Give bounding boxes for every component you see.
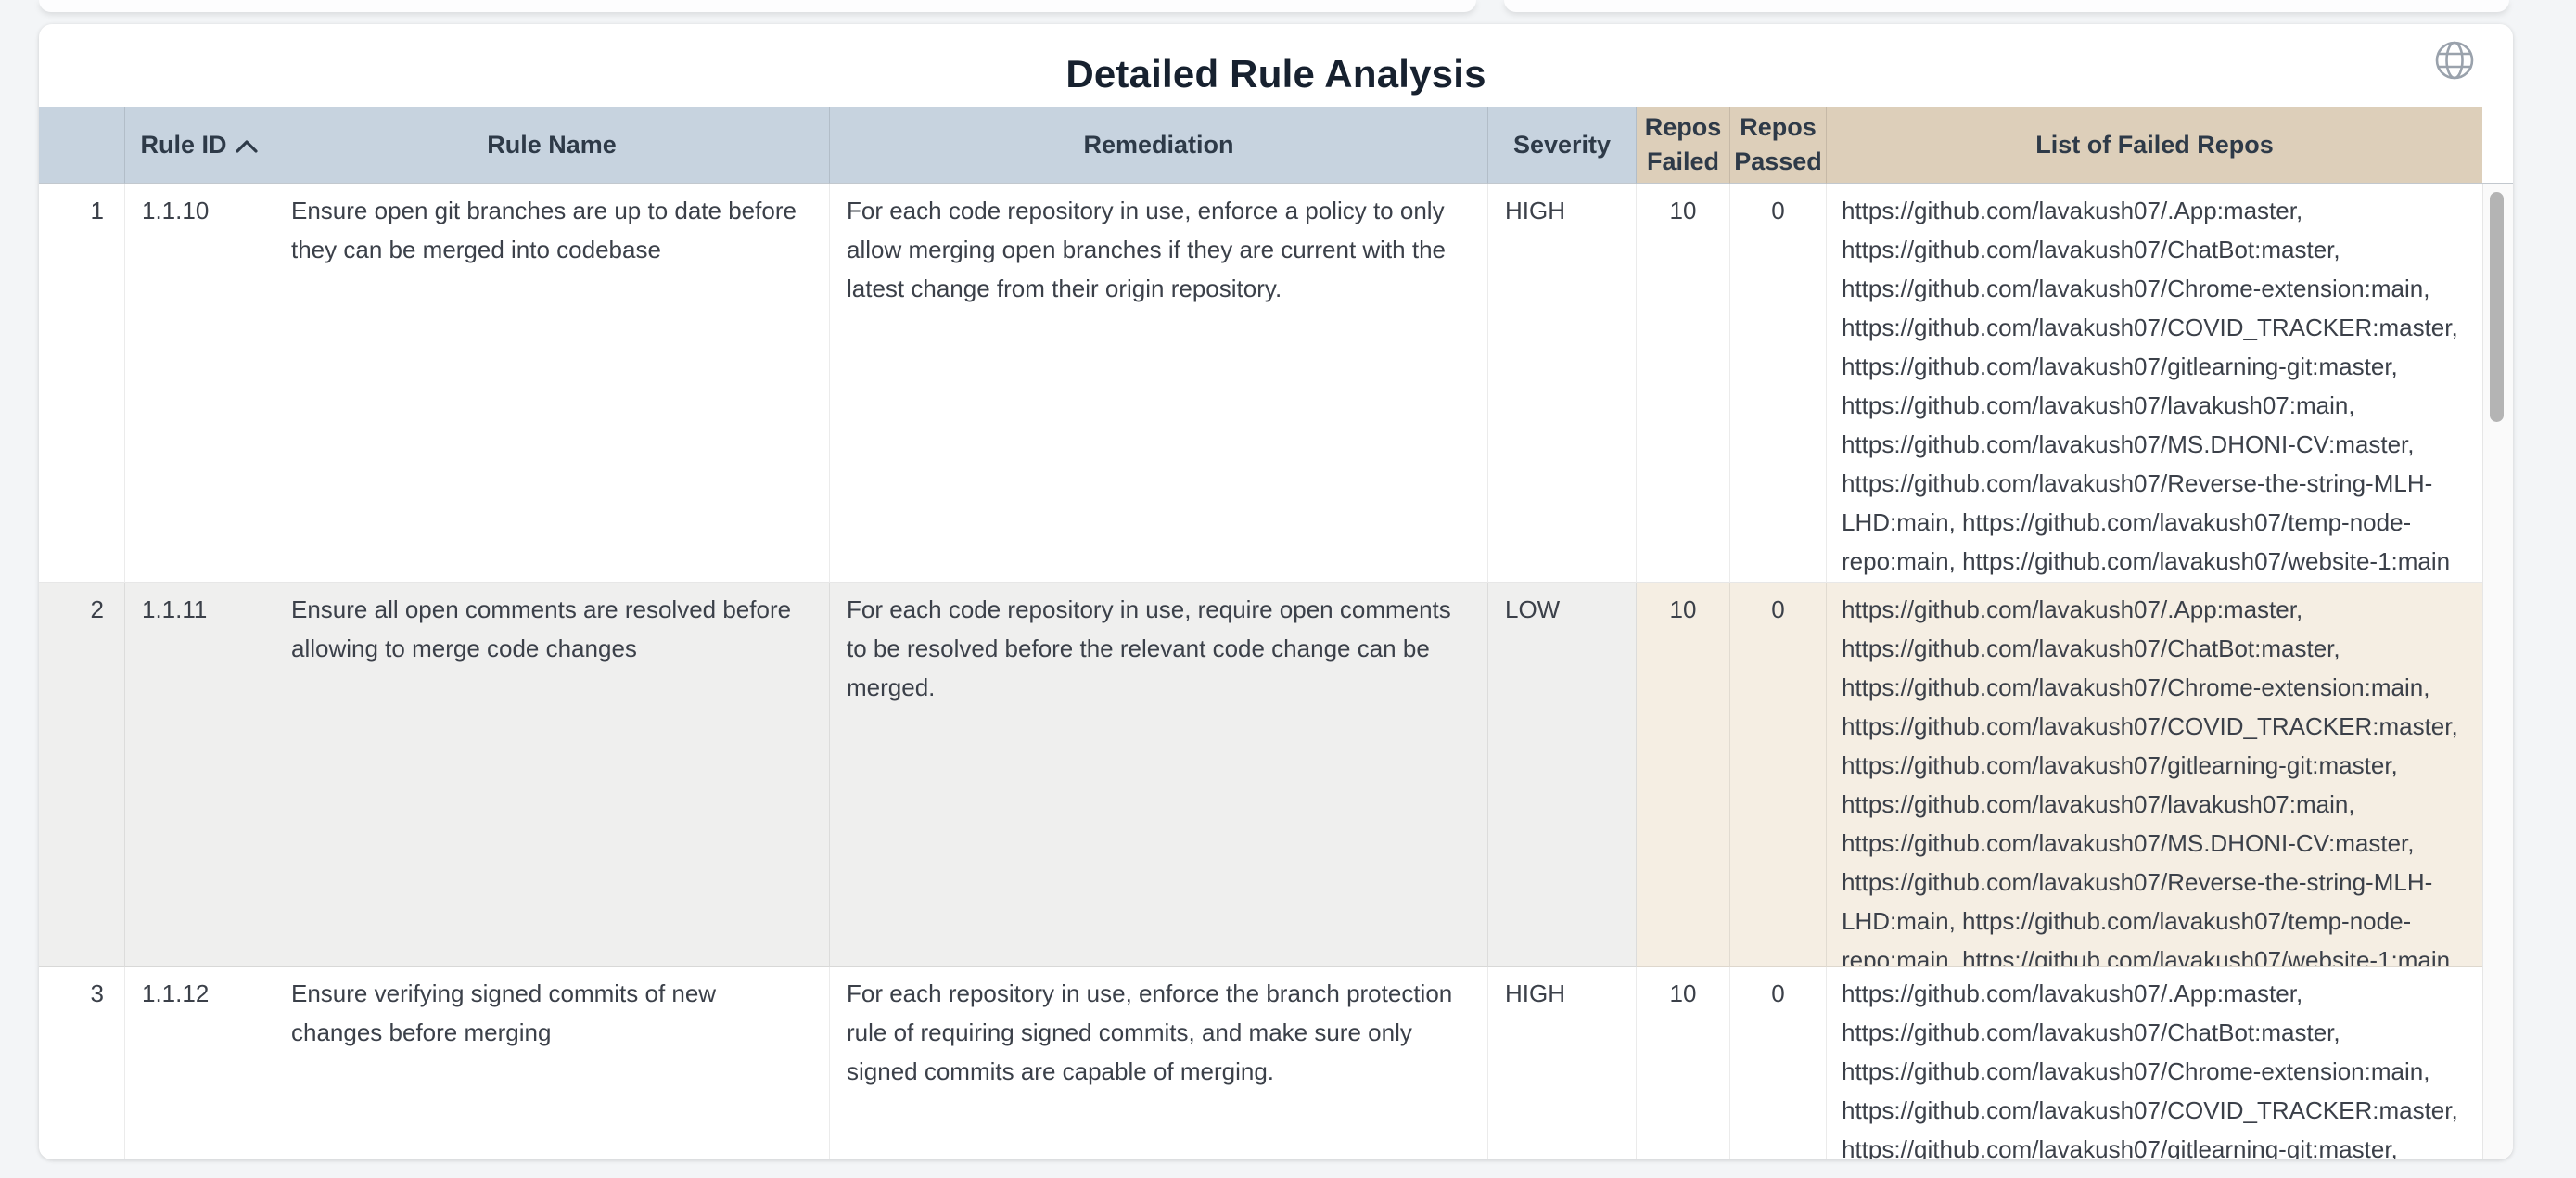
column-header-severity[interactable]: Severity [1488, 107, 1637, 184]
page: Detailed Rule Analysis Rule ID [0, 0, 2576, 1178]
column-header-remediation[interactable]: Remediation [830, 107, 1488, 184]
detailed-rule-analysis-card: Detailed Rule Analysis Rule ID [39, 24, 2513, 1159]
repos-passed-cell: 0 [1730, 583, 1827, 967]
rule-name-cell: Ensure all open comments are resolved be… [274, 583, 830, 967]
card-above-left-edge [39, 0, 1476, 12]
failed-repos-list-cell: https://github.com/lavakush07/.App:maste… [1827, 184, 2482, 583]
row-index-cell: 2 [39, 583, 125, 967]
sort-ascending-icon [235, 129, 259, 163]
vertical-scrollbar-track[interactable] [2482, 184, 2513, 1159]
failed-repos-list-cell: https://github.com/lavakush07/.App:maste… [1827, 583, 2482, 967]
card-above-right-edge [1504, 0, 2509, 12]
column-header-repos-passed[interactable]: Repos Passed [1730, 107, 1827, 184]
column-header-rule-id[interactable]: Rule ID [125, 107, 274, 184]
repos-failed-cell: 10 [1637, 184, 1730, 583]
column-header-list-of-failed-repos[interactable]: List of Failed Repos [1827, 107, 2482, 184]
scrollbar-header-spacer [2482, 107, 2513, 184]
repos-passed-cell: 0 [1730, 184, 1827, 583]
rule-id-cell: 1.1.11 [125, 583, 274, 967]
rule-id-cell: 1.1.10 [125, 184, 274, 583]
card-header: Detailed Rule Analysis [39, 24, 2513, 107]
column-header-index[interactable] [39, 107, 125, 184]
vertical-scrollbar-thumb[interactable] [2490, 192, 2504, 422]
rule-name-cell: Ensure open git branches are up to date … [274, 184, 830, 583]
page-title: Detailed Rule Analysis [39, 52, 2513, 96]
row-index-cell: 3 [39, 967, 125, 1159]
rule-name-cell: Ensure verifying signed commits of new c… [274, 967, 830, 1159]
rule-id-cell: 1.1.12 [125, 967, 274, 1159]
column-header-repos-failed[interactable]: Repos Failed [1637, 107, 1730, 184]
repos-failed-cell: 10 [1637, 583, 1730, 967]
remediation-cell: For each repository in use, enforce the … [830, 967, 1488, 1159]
column-header-rule-name[interactable]: Rule Name [274, 107, 830, 184]
table-grid: Rule ID Rule Name Remediation Severity R… [39, 107, 2482, 1159]
severity-cell: HIGH [1488, 967, 1637, 1159]
repos-failed-cell: 10 [1637, 967, 1730, 1159]
remediation-cell: For each code repository in use, require… [830, 583, 1488, 967]
rule-analysis-table: Rule ID Rule Name Remediation Severity R… [39, 107, 2513, 1159]
severity-cell: HIGH [1488, 184, 1637, 583]
repos-passed-cell: 0 [1730, 967, 1827, 1159]
globe-icon[interactable] [2431, 37, 2478, 83]
table-scrollbar-area [2482, 107, 2513, 1159]
remediation-cell: For each code repository in use, enforce… [830, 184, 1488, 583]
column-header-rule-id-label: Rule ID [140, 128, 226, 162]
row-index-cell: 1 [39, 184, 125, 583]
severity-cell: LOW [1488, 583, 1637, 967]
failed-repos-list-cell: https://github.com/lavakush07/.App:maste… [1827, 967, 2482, 1159]
